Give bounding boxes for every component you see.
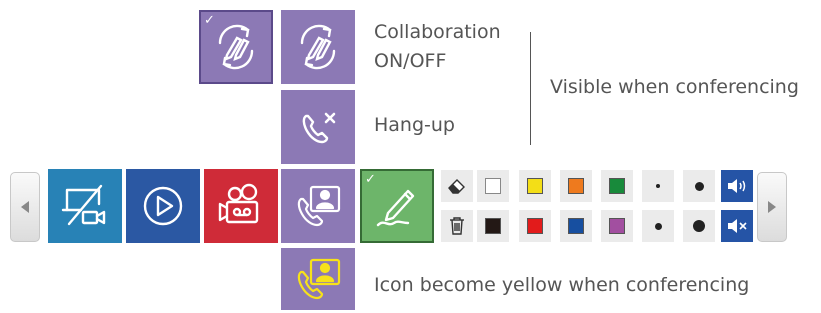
color-blue[interactable] — [560, 210, 592, 242]
pen-size-medium-2[interactable] — [642, 210, 674, 242]
color-swatch-green — [609, 178, 625, 194]
collaboration-icon — [218, 24, 254, 70]
dot-medium-icon — [694, 181, 704, 191]
trash-tool[interactable] — [441, 210, 473, 242]
visible-when-conferencing-label: Visible when conferencing — [550, 76, 799, 98]
color-yellow[interactable] — [519, 170, 551, 202]
hangup-phone-icon — [302, 112, 336, 144]
record-button[interactable] — [204, 169, 278, 243]
color-swatch-black — [485, 218, 501, 234]
collaboration-label-line2: ON/OFF — [374, 50, 447, 72]
color-swatch-red — [527, 218, 543, 234]
pen-button[interactable]: ✓ — [360, 169, 434, 243]
collaboration-label-line1: Collaboration — [374, 21, 501, 43]
pen-size-medium[interactable] — [683, 170, 715, 202]
record-camera-icon — [218, 183, 259, 224]
chevron-right-icon — [768, 201, 776, 213]
collaboration-toggle-checked[interactable]: ✓ — [199, 10, 273, 84]
hangup-button[interactable] — [281, 90, 355, 164]
trash-icon — [450, 217, 464, 235]
color-swatch-yellow — [527, 178, 543, 194]
volume-mute-button[interactable] — [721, 210, 753, 242]
screen-off-button[interactable] — [48, 169, 122, 243]
check-mark-icon: ✓ — [365, 171, 376, 186]
yellow-icon-note: Icon become yellow when conferencing — [374, 274, 750, 296]
collaboration-toggle[interactable] — [281, 10, 355, 84]
divider — [530, 32, 531, 145]
eraser-tool[interactable] — [441, 170, 473, 202]
play-circle-icon — [143, 186, 183, 226]
check-mark-icon: ✓ — [204, 12, 215, 27]
dot-large-icon — [693, 220, 705, 232]
color-orange[interactable] — [560, 170, 592, 202]
color-swatch-purple — [609, 218, 625, 234]
color-red[interactable] — [519, 210, 551, 242]
color-purple[interactable] — [601, 210, 633, 242]
conference-button-active[interactable] — [281, 248, 355, 310]
color-black[interactable] — [477, 210, 509, 242]
dot-small-icon — [656, 184, 660, 188]
chevron-left-icon — [21, 201, 29, 213]
volume-on-button[interactable] — [721, 170, 753, 202]
color-white[interactable] — [477, 170, 509, 202]
color-swatch-blue — [568, 218, 584, 234]
hangup-label: Hang-up — [374, 114, 455, 136]
color-swatch-orange — [568, 178, 584, 194]
play-button[interactable] — [126, 169, 200, 243]
screen-off-camera-icon — [61, 184, 106, 226]
color-green[interactable] — [601, 170, 633, 202]
dot-medium-icon — [654, 222, 662, 230]
toolbar-scroll-left-button[interactable] — [10, 172, 40, 242]
volume-on-icon — [728, 179, 746, 193]
pen-size-small[interactable] — [642, 170, 674, 202]
collaboration-icon — [300, 24, 336, 70]
pen-icon — [376, 189, 415, 227]
toolbar-scroll-right-button[interactable] — [757, 172, 787, 242]
volume-mute-icon — [728, 219, 747, 233]
conference-button[interactable] — [281, 169, 355, 243]
phone-contact-yellow-icon — [297, 258, 341, 300]
phone-contact-icon — [297, 185, 341, 227]
eraser-icon — [448, 179, 465, 194]
color-swatch-white — [485, 178, 501, 194]
pen-size-large[interactable] — [683, 210, 715, 242]
